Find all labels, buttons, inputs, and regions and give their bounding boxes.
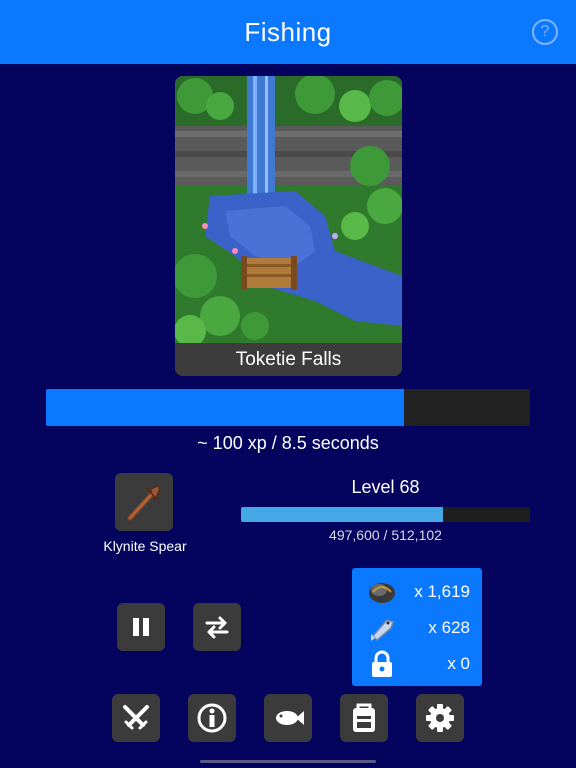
location-name: Toketie Falls [175,343,402,376]
skill-xp-fill [241,507,444,522]
location-scene-image [175,76,402,347]
spear-icon [127,485,161,521]
skill-xp-bar [241,507,530,522]
nav-settings-button[interactable] [416,694,464,742]
gear-icon [426,704,454,732]
ore-icon [366,576,398,608]
action-progress-fill [46,389,405,426]
crossed-swords-icon [123,705,149,730]
tool-slot[interactable] [115,473,173,531]
action-progress-bar [46,389,530,426]
inventory-row: x 628 [352,612,482,644]
inventory-qty: x 628 [428,618,470,637]
info-icon [197,703,227,733]
inventory-qty: x 1,619 [414,582,470,601]
header-bar: Fishing ? [0,0,576,64]
home-indicator[interactable] [200,760,376,763]
swap-arrows-icon [205,616,229,639]
tool-name: Klynite Spear [103,538,187,554]
fish-icon [366,612,398,644]
page-title: Fishing [244,16,332,47]
swap-location-button[interactable] [193,603,241,651]
inventory-row: x 0 [352,648,482,680]
pause-button[interactable] [117,603,165,651]
help-icon[interactable]: ? [532,19,558,45]
nav-info-button[interactable] [188,694,236,742]
nav-combat-button[interactable] [112,694,160,742]
inventory-row: x 1,619 [352,576,482,608]
location-card[interactable]: Toketie Falls [175,76,402,376]
backpack-icon [353,703,375,732]
inventory-panel: x 1,619 x 628 x 0 [352,568,482,686]
skill-level: Level 68 [351,477,420,497]
inventory-qty: x 0 [447,654,470,673]
nav-storage-button[interactable] [340,694,388,742]
lock-icon [366,648,398,680]
pause-icon [133,618,149,636]
xp-rate-text: ~ 100 xp / 8.5 seconds [197,433,379,453]
nav-fishing-button[interactable] [264,694,312,742]
fish-icon [276,711,304,725]
skill-xp-text: 497,600 / 512,102 [329,527,442,543]
